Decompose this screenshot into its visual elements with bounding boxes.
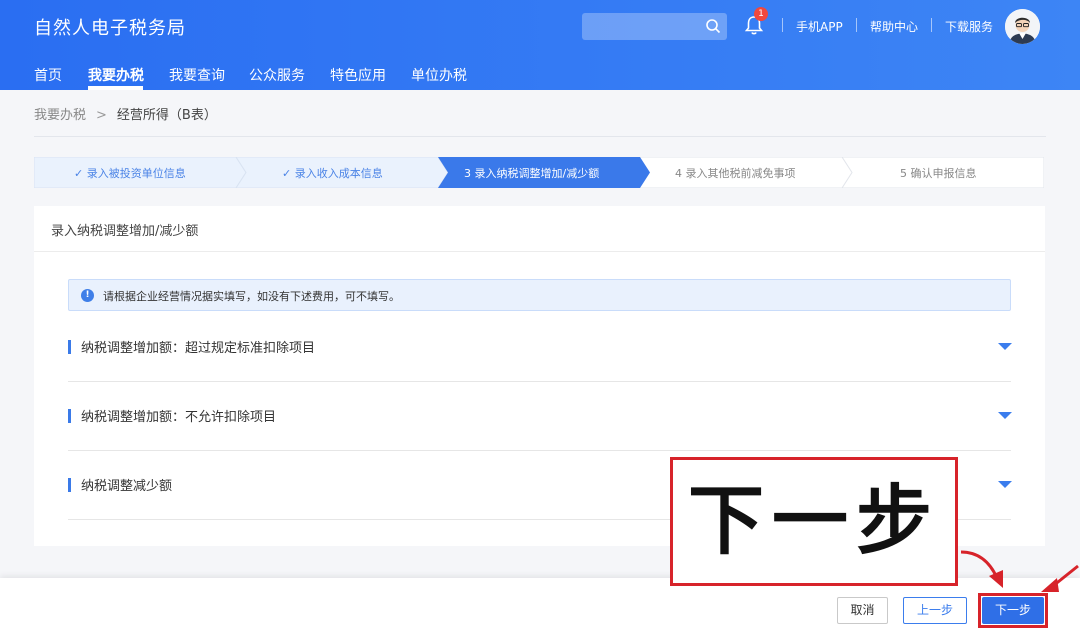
divider bbox=[34, 136, 1046, 137]
info-icon: ! bbox=[81, 289, 94, 302]
divider bbox=[782, 18, 783, 32]
notification-badge: 1 bbox=[754, 7, 768, 21]
divider bbox=[931, 18, 932, 32]
step-2: ✓ 录入收入成本信息 bbox=[282, 167, 383, 180]
mobile-app-link[interactable]: 手机APP bbox=[796, 18, 843, 35]
nav-query[interactable]: 我要查询 bbox=[169, 65, 225, 85]
divider bbox=[34, 251, 1045, 252]
nav-unit-tax[interactable]: 单位办税 bbox=[411, 65, 467, 85]
card-title: 录入纳税调整增加/减少额 bbox=[51, 224, 199, 239]
help-center-link[interactable]: 帮助中心 bbox=[870, 18, 918, 35]
top-header: 自然人电子税务局 1 手机APP 帮助中心 下载服务 首页 我要办税 我要查询 … bbox=[0, 0, 1080, 90]
chevron-right-icon: > bbox=[96, 108, 107, 123]
step-1: ✓ 录入被投资单位信息 bbox=[74, 167, 186, 180]
breadcrumb: 我要办税 > 经营所得（B表） bbox=[34, 104, 217, 123]
search-input[interactable] bbox=[582, 13, 697, 40]
progress-stepper: ✓ 录入被投资单位信息 ✓ 录入收入成本信息 3 录入纳税调整增加/减少额 4 … bbox=[34, 157, 1044, 188]
section-label: 纳税调整减少额 bbox=[81, 479, 173, 494]
annotation-callout-text: 下一步 bbox=[688, 476, 940, 565]
section-increase-over-standard[interactable]: 纳税调整增加额：超过规定标准扣除项目 bbox=[68, 312, 1012, 382]
step-4: 4 录入其他税前减免事项 bbox=[675, 167, 796, 180]
section-increase-not-allowed[interactable]: 纳税调整增加额：不允许扣除项目 bbox=[68, 381, 1012, 451]
caret-down-icon[interactable] bbox=[998, 481, 1012, 488]
section-marker bbox=[68, 340, 71, 354]
annotation-callout: 下一步 bbox=[670, 457, 958, 586]
notice-text: 请根据企业经营情况据实填写，如没有下述费用，可不填写。 bbox=[103, 290, 400, 303]
annotation-arrow-icon bbox=[960, 550, 1079, 592]
divider bbox=[856, 18, 857, 32]
nav-do-tax[interactable]: 我要办税 bbox=[88, 65, 144, 85]
nav-public-service[interactable]: 公众服务 bbox=[249, 65, 305, 85]
section-marker bbox=[68, 478, 71, 492]
avatar-icon bbox=[1005, 9, 1040, 44]
nav-active-indicator bbox=[88, 86, 143, 90]
annotation-highlight-box bbox=[978, 593, 1048, 628]
search-icon[interactable] bbox=[705, 18, 721, 34]
step-5: 5 确认申报信息 bbox=[900, 167, 977, 180]
previous-step-button[interactable]: 上一步 bbox=[903, 597, 967, 624]
caret-down-icon[interactable] bbox=[998, 412, 1012, 419]
app-title[interactable]: 自然人电子税务局 bbox=[34, 14, 186, 40]
caret-down-icon[interactable] bbox=[998, 343, 1012, 350]
info-notice: ! 请根据企业经营情况据实填写，如没有下述费用，可不填写。 bbox=[68, 279, 1011, 311]
breadcrumb-root[interactable]: 我要办税 bbox=[34, 108, 86, 123]
download-service-link[interactable]: 下载服务 bbox=[945, 18, 993, 35]
section-label: 纳税调整增加额：不允许扣除项目 bbox=[81, 410, 277, 425]
nav-home[interactable]: 首页 bbox=[34, 65, 62, 85]
breadcrumb-current: 经营所得（B表） bbox=[116, 108, 217, 123]
section-label: 纳税调整增加额：超过规定标准扣除项目 bbox=[81, 341, 316, 356]
user-avatar[interactable] bbox=[1005, 9, 1040, 44]
step-3: 3 录入纳税调整增加/减少额 bbox=[464, 167, 600, 180]
search-box[interactable] bbox=[582, 13, 727, 40]
section-marker bbox=[68, 409, 71, 423]
cancel-button[interactable]: 取消 bbox=[837, 597, 888, 624]
nav-special-apps[interactable]: 特色应用 bbox=[330, 65, 386, 85]
